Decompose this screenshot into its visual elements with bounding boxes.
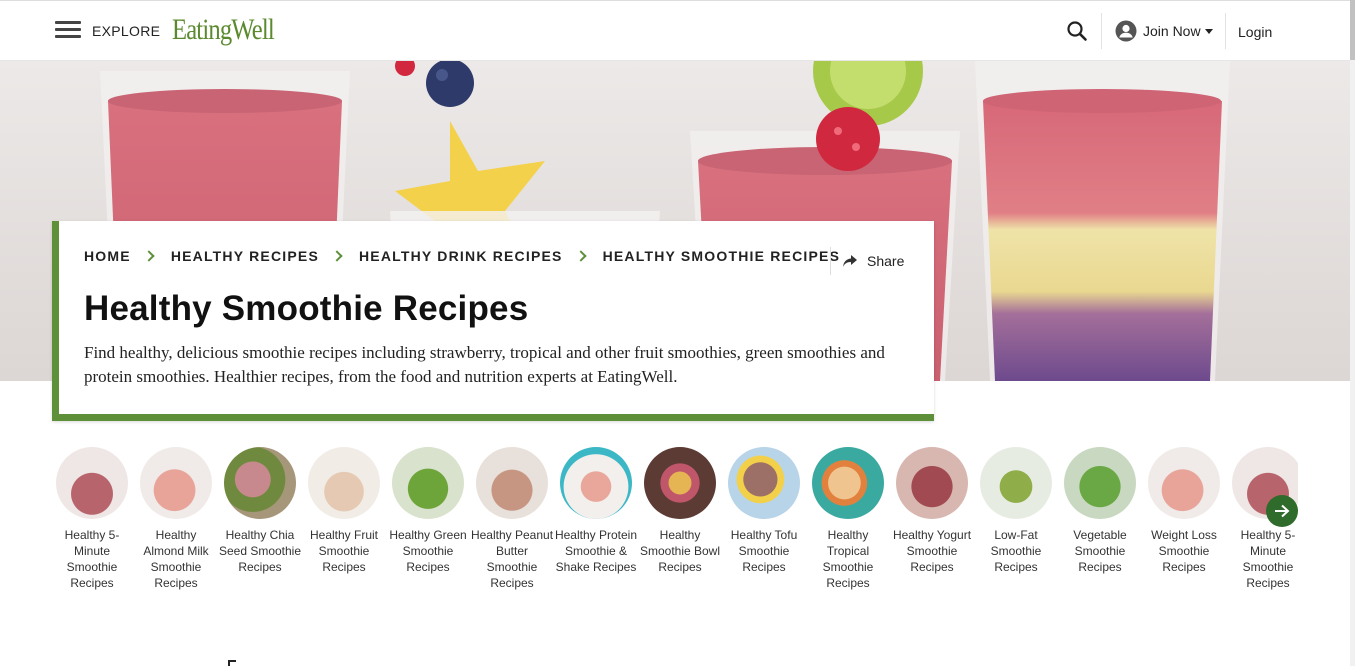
search-icon[interactable] bbox=[1066, 20, 1088, 42]
carousel-item-label: Healthy Almond Milk Smoothie Recipes bbox=[143, 528, 209, 590]
chevron-right-icon bbox=[331, 250, 343, 262]
carousel-item-label: Healthy 5-Minute Smoothie Recipes bbox=[1240, 528, 1296, 590]
carousel-item[interactable]: Healthy Yogurt Smoothie Recipes bbox=[890, 447, 974, 575]
explore-label[interactable]: EXPLORE bbox=[92, 23, 160, 39]
carousel-item[interactable]: Healthy Tofu Smoothie Recipes bbox=[722, 447, 806, 575]
carousel-thumbnail bbox=[476, 447, 548, 519]
site-header: EXPLORE EatingWell Join Now Login bbox=[0, 0, 1350, 61]
carousel-item[interactable]: Healthy Tropical Smoothie Recipes bbox=[806, 447, 890, 591]
carousel-item-label: Healthy 5-Minute Smoothie Recipes bbox=[64, 528, 120, 590]
caret-down-icon bbox=[1204, 28, 1213, 34]
carousel-item[interactable]: Healthy Almond Milk Smoothie Recipes bbox=[134, 447, 218, 591]
share-label: Share bbox=[867, 253, 905, 269]
carousel-thumbnail bbox=[140, 447, 212, 519]
carousel-thumbnail bbox=[224, 447, 296, 519]
carousel-item-label: Healthy Smoothie Bowl Recipes bbox=[639, 528, 721, 574]
subcategory-carousel: Healthy 5-Minute Smoothie Recipes Health… bbox=[50, 447, 1298, 607]
carousel-thumbnail bbox=[308, 447, 380, 519]
page-scrollbar[interactable] bbox=[1350, 0, 1355, 666]
carousel-item-label: Healthy Protein Smoothie & Shake Recipes bbox=[554, 528, 638, 574]
user-icon bbox=[1115, 20, 1137, 42]
carousel-item-label: Healthy Tropical Smoothie Recipes bbox=[822, 528, 874, 590]
carousel-item[interactable]: Healthy Green Smoothie Recipes bbox=[386, 447, 470, 575]
carousel-thumbnail bbox=[896, 447, 968, 519]
carousel-thumbnail bbox=[728, 447, 800, 519]
carousel-item[interactable]: Healthy Fruit Smoothie Recipes bbox=[302, 447, 386, 575]
carousel-item[interactable]: Weight Loss Smoothie Recipes bbox=[1142, 447, 1226, 575]
arrow-right-icon bbox=[1275, 504, 1290, 518]
carousel-item[interactable]: Healthy Chia Seed Smoothie Recipes bbox=[218, 447, 302, 575]
carousel-item-label: Weight Loss Smoothie Recipes bbox=[1151, 528, 1217, 574]
carousel-item[interactable]: Healthy Smoothie Bowl Recipes bbox=[638, 447, 722, 575]
carousel-item-label: Healthy Fruit Smoothie Recipes bbox=[309, 528, 379, 574]
carousel-item[interactable]: Healthy Protein Smoothie & Shake Recipes bbox=[554, 447, 638, 575]
carousel-item-label: Healthy Green Smoothie Recipes bbox=[389, 528, 467, 574]
breadcrumb-healthy-drink-recipes[interactable]: HEALTHY DRINK RECIPES bbox=[359, 248, 563, 264]
breadcrumb-healthy-smoothie-recipes[interactable]: HEALTHY SMOOTHIE RECIPES bbox=[603, 248, 841, 264]
join-now-button[interactable]: Join Now bbox=[1115, 20, 1213, 42]
carousel-thumbnail bbox=[644, 447, 716, 519]
chevron-right-icon bbox=[574, 250, 587, 262]
carousel-item-label: Healthy Tofu Smoothie Recipes bbox=[730, 528, 798, 574]
menu-icon[interactable] bbox=[55, 21, 81, 41]
breadcrumb-healthy-recipes[interactable]: HEALTHY RECIPES bbox=[171, 248, 319, 264]
login-link[interactable]: Login bbox=[1238, 24, 1272, 40]
eatingwell-logo[interactable]: EatingWell bbox=[172, 13, 275, 47]
carousel-thumbnail bbox=[812, 447, 884, 519]
carousel-item[interactable]: Vegetable Smoothie Recipes bbox=[1058, 447, 1142, 575]
page-title: Healthy Smoothie Recipes bbox=[84, 289, 529, 328]
carousel-item-label: Healthy Peanut Butter Smoothie Recipes bbox=[470, 528, 554, 590]
carousel-item[interactable]: Healthy 5-Minute Smoothie Recipes bbox=[50, 447, 134, 591]
carousel-item-label: Vegetable Smoothie Recipes bbox=[1073, 528, 1127, 574]
category-header-card: HOME HEALTHY RECIPES HEALTHY DRINK RECIP… bbox=[52, 221, 934, 421]
carousel-item-label: Healthy Yogurt Smoothie Recipes bbox=[892, 528, 972, 574]
content-below-fold bbox=[228, 660, 236, 666]
page-description: Find healthy, delicious smoothie recipes… bbox=[84, 343, 885, 386]
share-button[interactable]: Share bbox=[830, 247, 904, 275]
carousel-thumbnail bbox=[980, 447, 1052, 519]
carousel-item-label: Healthy Chia Seed Smoothie Recipes bbox=[218, 528, 302, 574]
carousel-next-button[interactable] bbox=[1266, 495, 1298, 527]
header-divider bbox=[1101, 13, 1102, 49]
breadcrumb: HOME HEALTHY RECIPES HEALTHY DRINK RECIP… bbox=[84, 248, 840, 264]
carousel-thumbnail bbox=[56, 447, 128, 519]
carousel-item[interactable]: Healthy Peanut Butter Smoothie Recipes bbox=[470, 447, 554, 591]
carousel-item[interactable]: Low-Fat Smoothie Recipes bbox=[974, 447, 1058, 575]
chevron-right-icon bbox=[143, 250, 155, 262]
join-now-label: Join Now bbox=[1143, 23, 1201, 39]
carousel-thumbnail bbox=[392, 447, 464, 519]
breadcrumb-home[interactable]: HOME bbox=[84, 248, 131, 264]
share-icon bbox=[843, 255, 857, 267]
carousel-item-label: Low-Fat Smoothie Recipes bbox=[990, 528, 1042, 574]
carousel-thumbnail bbox=[1064, 447, 1136, 519]
carousel-thumbnail bbox=[1148, 447, 1220, 519]
carousel-thumbnail bbox=[560, 447, 632, 519]
header-divider bbox=[1225, 13, 1226, 49]
